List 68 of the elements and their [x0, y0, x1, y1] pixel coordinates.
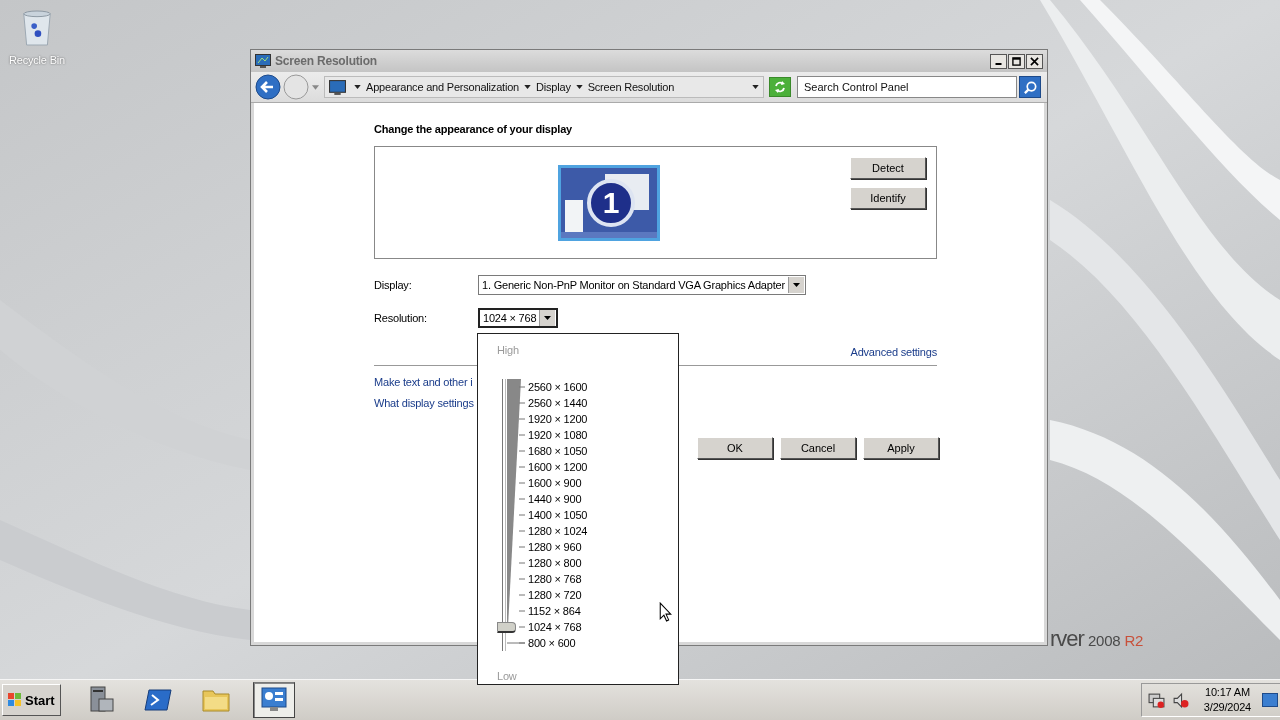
resolution-option[interactable]: 800 × 600: [528, 635, 588, 651]
close-icon: [1030, 56, 1039, 66]
resolution-option[interactable]: 1280 × 768: [528, 571, 588, 587]
action-button[interactable]: Identify: [850, 187, 926, 209]
maximize-icon: [1012, 56, 1021, 66]
help-link[interactable]: What display settings: [374, 397, 474, 409]
dialog-button[interactable]: Cancel: [780, 437, 856, 459]
dialog-button[interactable]: OK: [697, 437, 773, 459]
brand-text: R2: [1124, 632, 1144, 649]
dropdown-arrow-icon[interactable]: [539, 310, 556, 326]
minimize-icon: [995, 62, 1002, 65]
resolution-option[interactable]: 1280 × 1024: [528, 523, 588, 539]
resolution-option[interactable]: 1280 × 960: [528, 539, 588, 555]
advanced-settings-link[interactable]: Advanced settings: [850, 346, 937, 358]
help-link[interactable]: Make text and other i: [374, 376, 473, 388]
resolution-option[interactable]: 1920 × 1080: [528, 427, 588, 443]
resolution-option[interactable]: 1280 × 800: [528, 555, 588, 571]
resolution-option[interactable]: 1400 × 1050: [528, 507, 588, 523]
caret-icon[interactable]: [575, 85, 583, 89]
resolution-option[interactable]: 2560 × 1440: [528, 395, 588, 411]
search-icon: [1022, 79, 1038, 95]
high-label: High: [497, 344, 520, 356]
maximize-button[interactable]: [1008, 53, 1025, 69]
refresh-icon: [773, 80, 787, 94]
low-label: Low: [497, 670, 518, 682]
refresh-button[interactable]: [769, 77, 791, 97]
close-button[interactable]: [1026, 53, 1043, 69]
resolution-option[interactable]: 1280 × 720: [528, 587, 588, 603]
breadcrumb-item[interactable]: Screen Resolution: [587, 81, 675, 93]
resolution-option[interactable]: 1600 × 1200: [528, 459, 588, 475]
resolution-dropdown[interactable]: 1024 × 768: [478, 308, 559, 328]
resolution-option[interactable]: 2560 × 1600: [528, 379, 588, 395]
brand-text: 2008: [1087, 632, 1121, 649]
resolution-option[interactable]: 1024 × 768: [528, 619, 588, 635]
caret-icon[interactable]: [752, 85, 759, 89]
mouse-cursor-icon: [659, 602, 672, 622]
field-label: Display:: [374, 279, 413, 291]
taskbar-button[interactable]: [252, 682, 295, 718]
resolution-option[interactable]: 1920 × 1200: [528, 411, 588, 427]
resolution-option[interactable]: 1152 × 864: [528, 603, 588, 619]
caret-icon[interactable]: [524, 85, 531, 89]
search-button[interactable]: [1019, 76, 1041, 98]
action-button[interactable]: Detect: [850, 157, 926, 179]
resolution-option[interactable]: 1680 × 1050: [528, 443, 588, 459]
window-title: Screen Resolution: [275, 54, 378, 68]
muted-speaker-icon[interactable]: [1171, 691, 1189, 709]
back-button[interactable]: [255, 74, 281, 100]
monitor-icon: [255, 54, 271, 68]
search-field[interactable]: Search Control Panel: [797, 76, 1017, 98]
field-label: Resolution:: [374, 312, 428, 324]
resolution-option[interactable]: 1600 × 900: [528, 475, 588, 491]
monitor-icon: [329, 79, 346, 95]
minimize-button[interactable]: [990, 53, 1007, 69]
windows-logo-icon: [8, 693, 22, 707]
dropdown-arrow-icon[interactable]: [787, 277, 804, 293]
start-button[interactable]: Start: [2, 684, 61, 716]
breadcrumb-item[interactable]: Appearance and Personalization: [366, 81, 519, 93]
monitor-thumbnail[interactable]: 1: [558, 165, 660, 241]
section-heading: Change the appearance of your display: [374, 123, 573, 135]
breadcrumb-item[interactable]: Display: [536, 81, 571, 93]
caret-icon[interactable]: [354, 85, 361, 89]
brand-text: rver: [1050, 626, 1084, 652]
network-icon[interactable]: [1147, 691, 1165, 709]
address-bar[interactable]: Appearance and Personalization Display Screen Resolution: [324, 76, 764, 98]
resolution-option[interactable]: 1440 × 900: [528, 491, 588, 507]
display-dropdown[interactable]: 1. Generic Non-PnP Monitor on Standard VGA Graphics Adapter: [478, 275, 806, 295]
dialog-button[interactable]: Apply: [863, 437, 939, 459]
slider-thumb[interactable]: [497, 622, 516, 633]
